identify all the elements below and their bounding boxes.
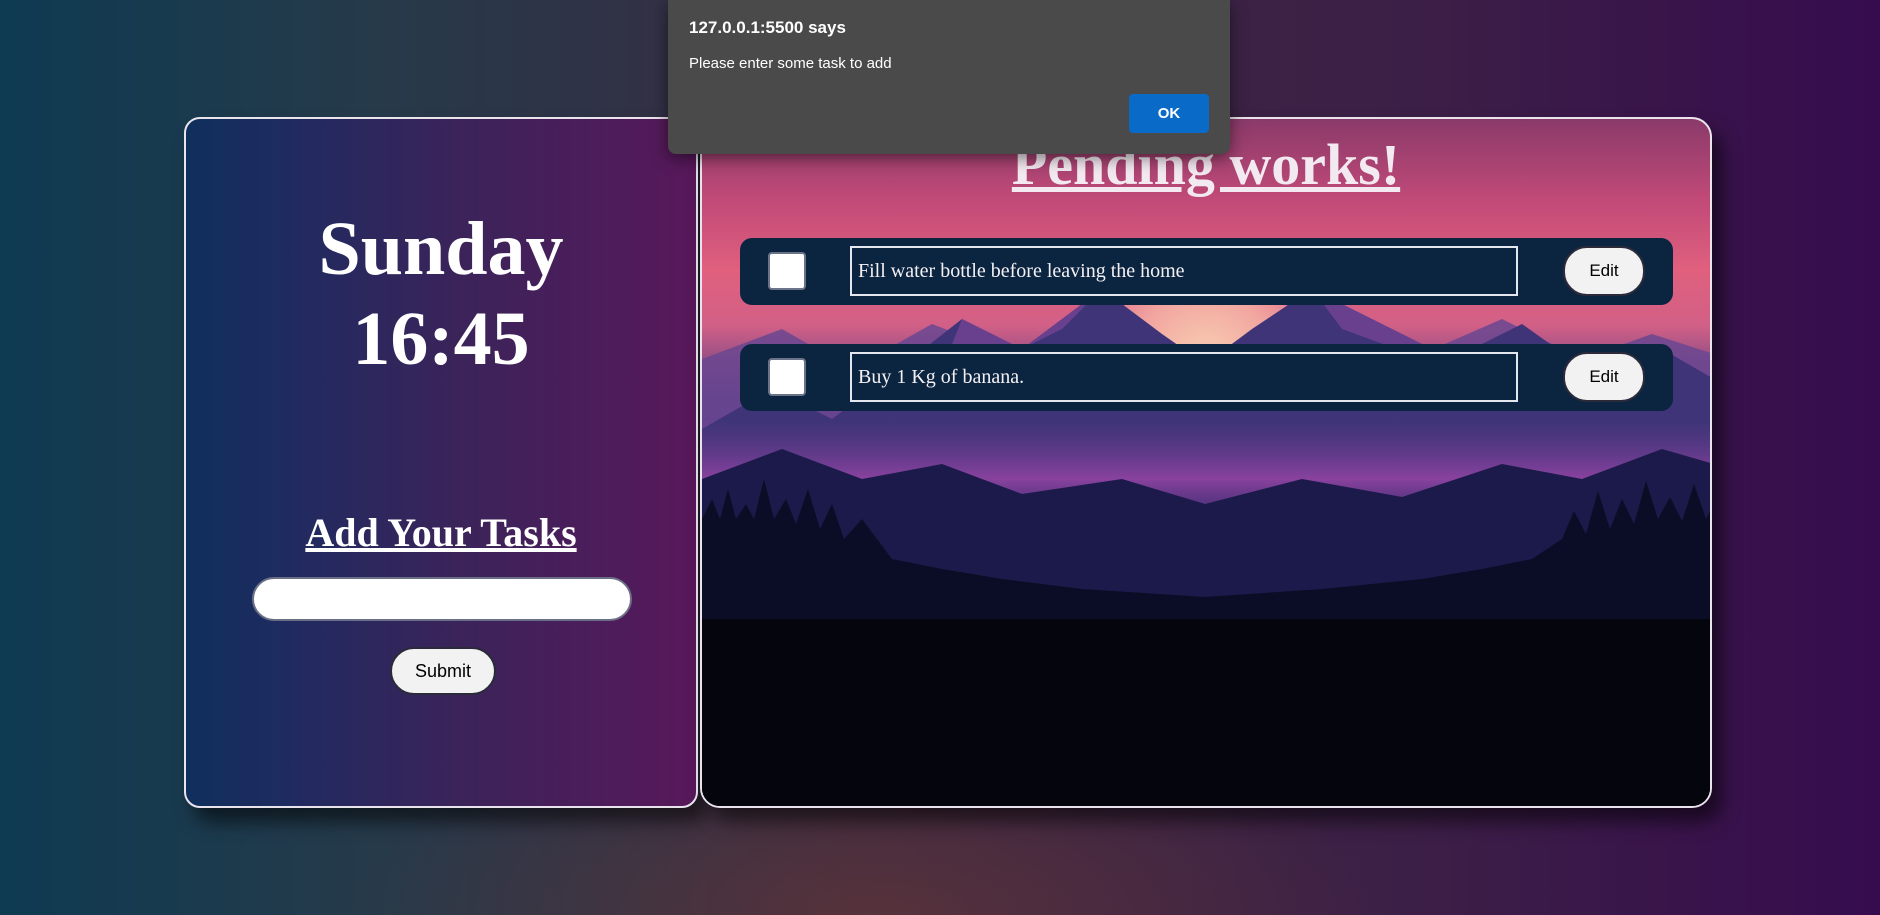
time-label: 16:45	[352, 297, 530, 381]
task-row: Edit	[740, 344, 1673, 411]
task-checkbox[interactable]	[768, 252, 806, 290]
ok-button[interactable]: OK	[1129, 94, 1209, 133]
add-tasks-heading: Add Your Tasks	[305, 510, 577, 555]
submit-button[interactable]: Submit	[390, 647, 496, 695]
task-input[interactable]	[252, 577, 632, 621]
task-checkbox[interactable]	[768, 358, 806, 396]
task-row: Edit	[740, 238, 1673, 305]
pending-works-panel: Pending works! Edit Edit	[700, 117, 1712, 808]
task-text-field[interactable]	[850, 352, 1518, 402]
clock-and-add-panel: Sunday 16:45 Add Your Tasks Submit	[184, 117, 698, 808]
alert-title: 127.0.0.1:5500 says	[689, 18, 846, 37]
foreground-ground	[702, 619, 1710, 806]
alert-message: Please enter some task to add	[689, 55, 892, 72]
task-text-field[interactable]	[850, 246, 1518, 296]
alert-dialog: 127.0.0.1:5500 says Please enter some ta…	[668, 0, 1230, 154]
edit-button[interactable]: Edit	[1563, 352, 1645, 402]
edit-button[interactable]: Edit	[1563, 246, 1645, 296]
day-label: Sunday	[318, 207, 564, 291]
mountain-sunset-background	[702, 264, 1710, 806]
